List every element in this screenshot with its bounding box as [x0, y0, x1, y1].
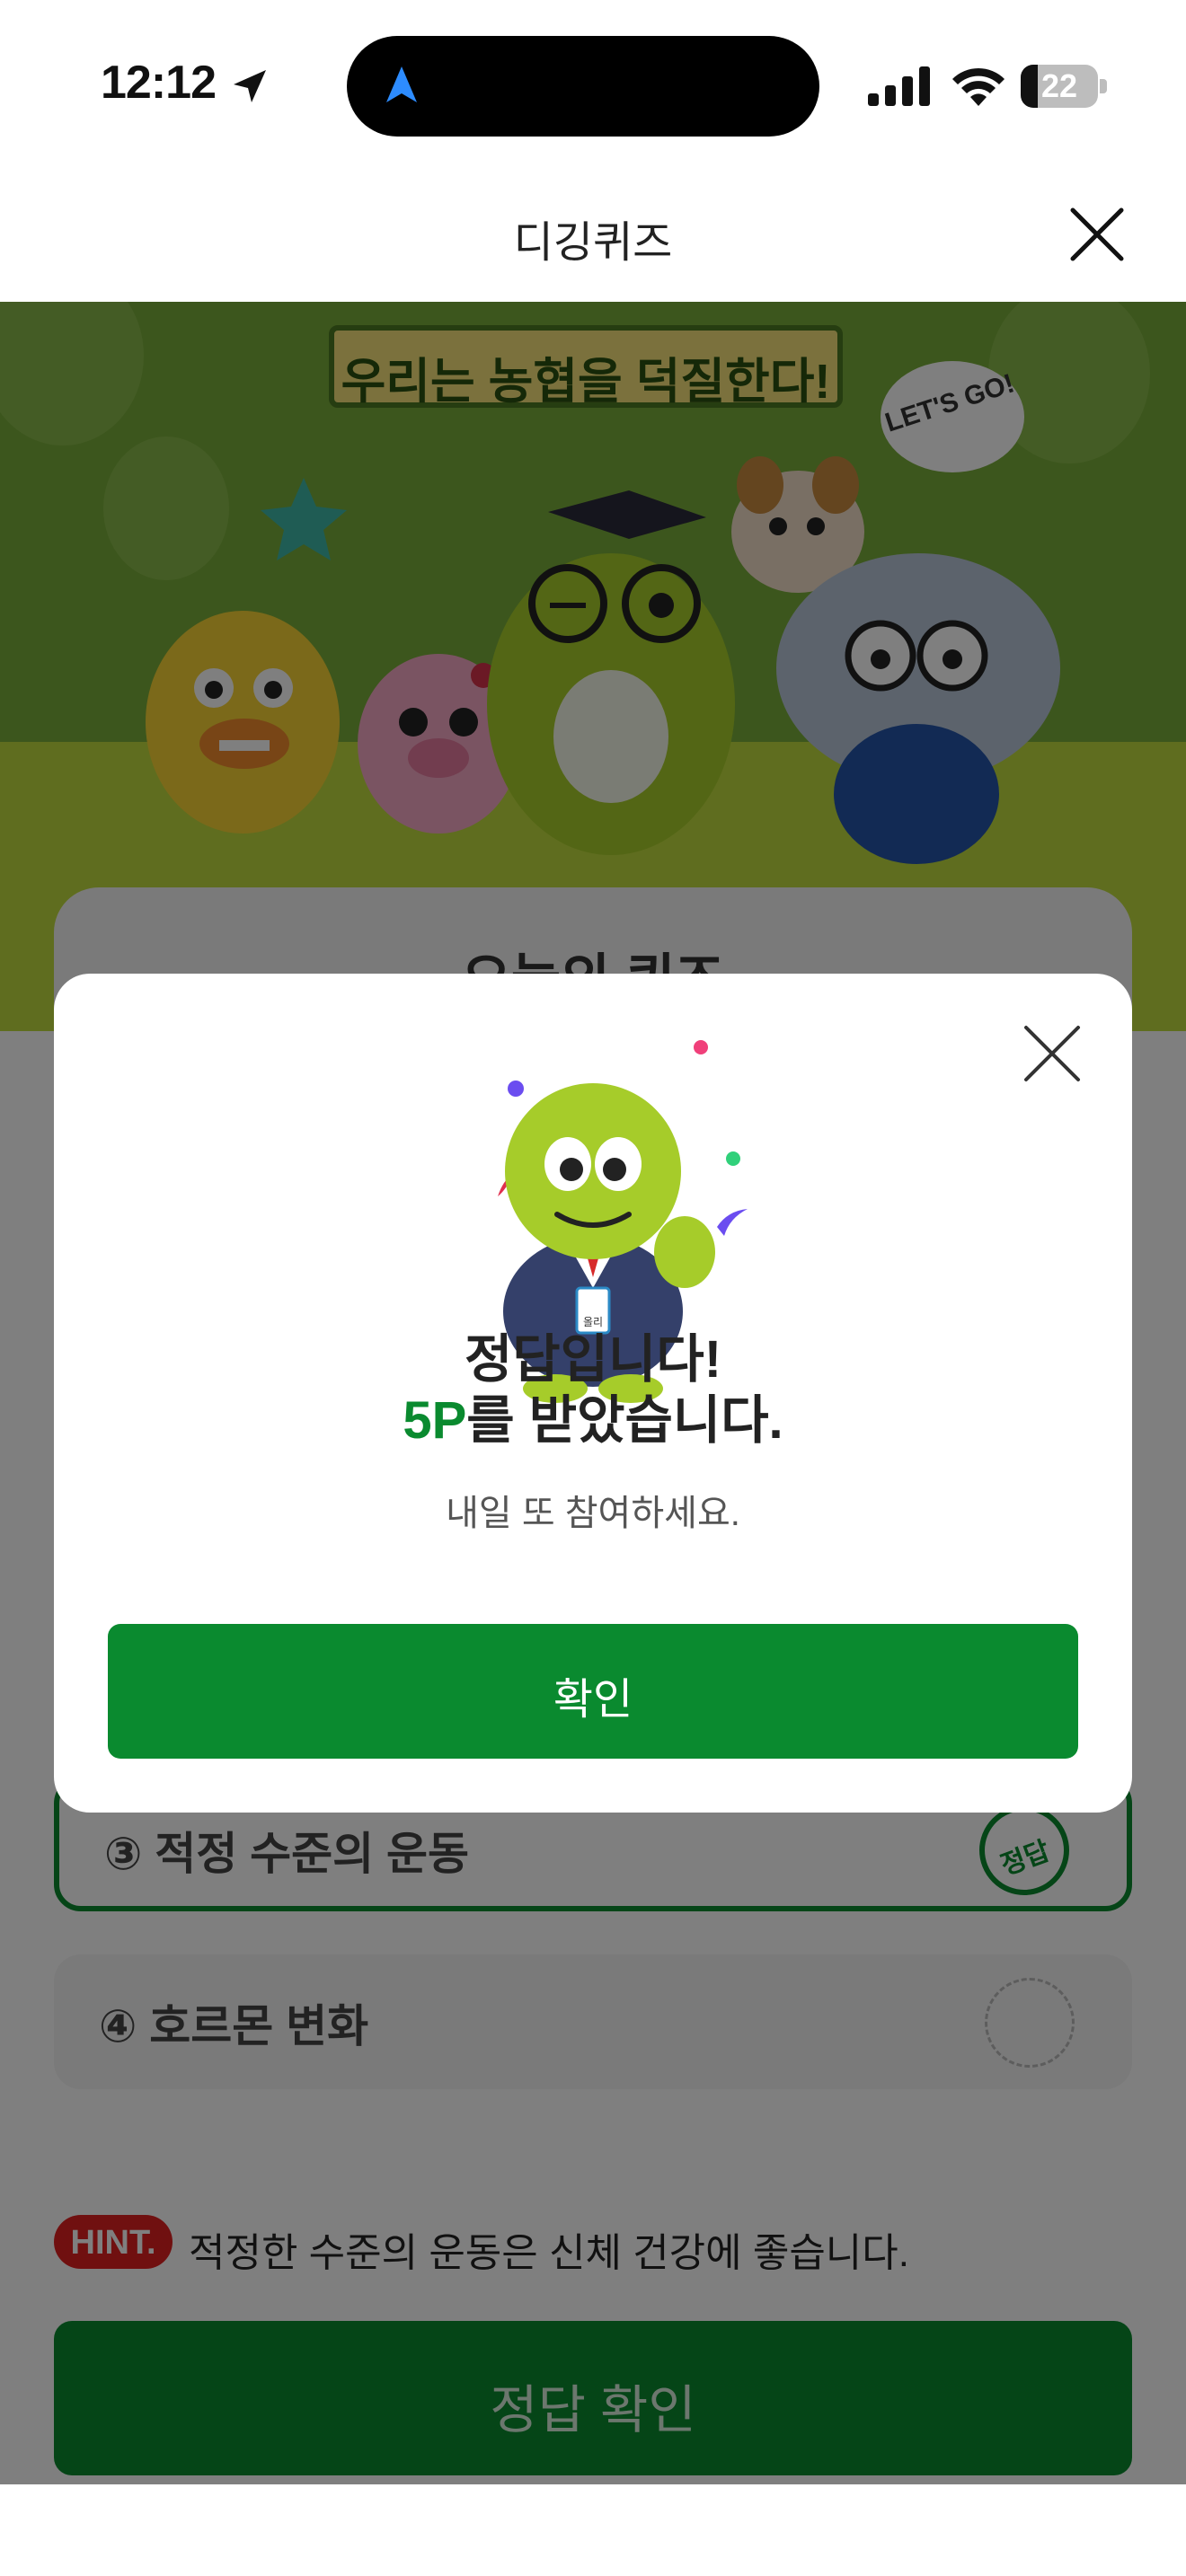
confetti: [726, 1151, 740, 1166]
reward-amount: 5P: [403, 1391, 467, 1450]
confirm-button[interactable]: 확인: [108, 1624, 1078, 1759]
badge-name: 올리: [583, 1316, 603, 1328]
battery-level: 22: [1040, 67, 1078, 104]
battery-icon: 22: [1021, 65, 1107, 108]
result-modal: 올리 정답입니다! 5P를 받았습니다. 내일 또 참여하세요. 확인: [54, 974, 1132, 1813]
location-arrow-icon: [234, 70, 266, 102]
status-bar: 12:12 22: [0, 0, 1186, 162]
modal-title: 정답입니다!: [464, 1330, 722, 1389]
signal-icon: [868, 66, 930, 106]
wifi-icon: [952, 67, 1005, 106]
app-header: 디깅퀴즈: [0, 162, 1186, 302]
confetti: [694, 1040, 708, 1054]
home-indicator-area: [0, 2484, 1186, 2576]
close-icon[interactable]: [1022, 1024, 1082, 1083]
close-icon[interactable]: [1069, 207, 1125, 262]
modal-subtitle: 내일 또 참여하세요.: [446, 1494, 740, 1533]
confirm-label: 확인: [553, 1676, 633, 1724]
reward-suffix: 를 받았습니다.: [466, 1391, 783, 1450]
status-time: 12:12: [101, 57, 217, 109]
battery-tip: [1100, 79, 1107, 93]
page-title: 디깅퀴즈: [513, 219, 673, 267]
dynamic-island: [347, 36, 819, 137]
confetti: [717, 1209, 748, 1236]
confetti: [508, 1081, 524, 1097]
battery-body: 22: [1021, 65, 1098, 108]
modal-reward: 5P를 받았습니다.: [54, 1390, 1132, 1451]
navigation-icon: [386, 66, 417, 102]
